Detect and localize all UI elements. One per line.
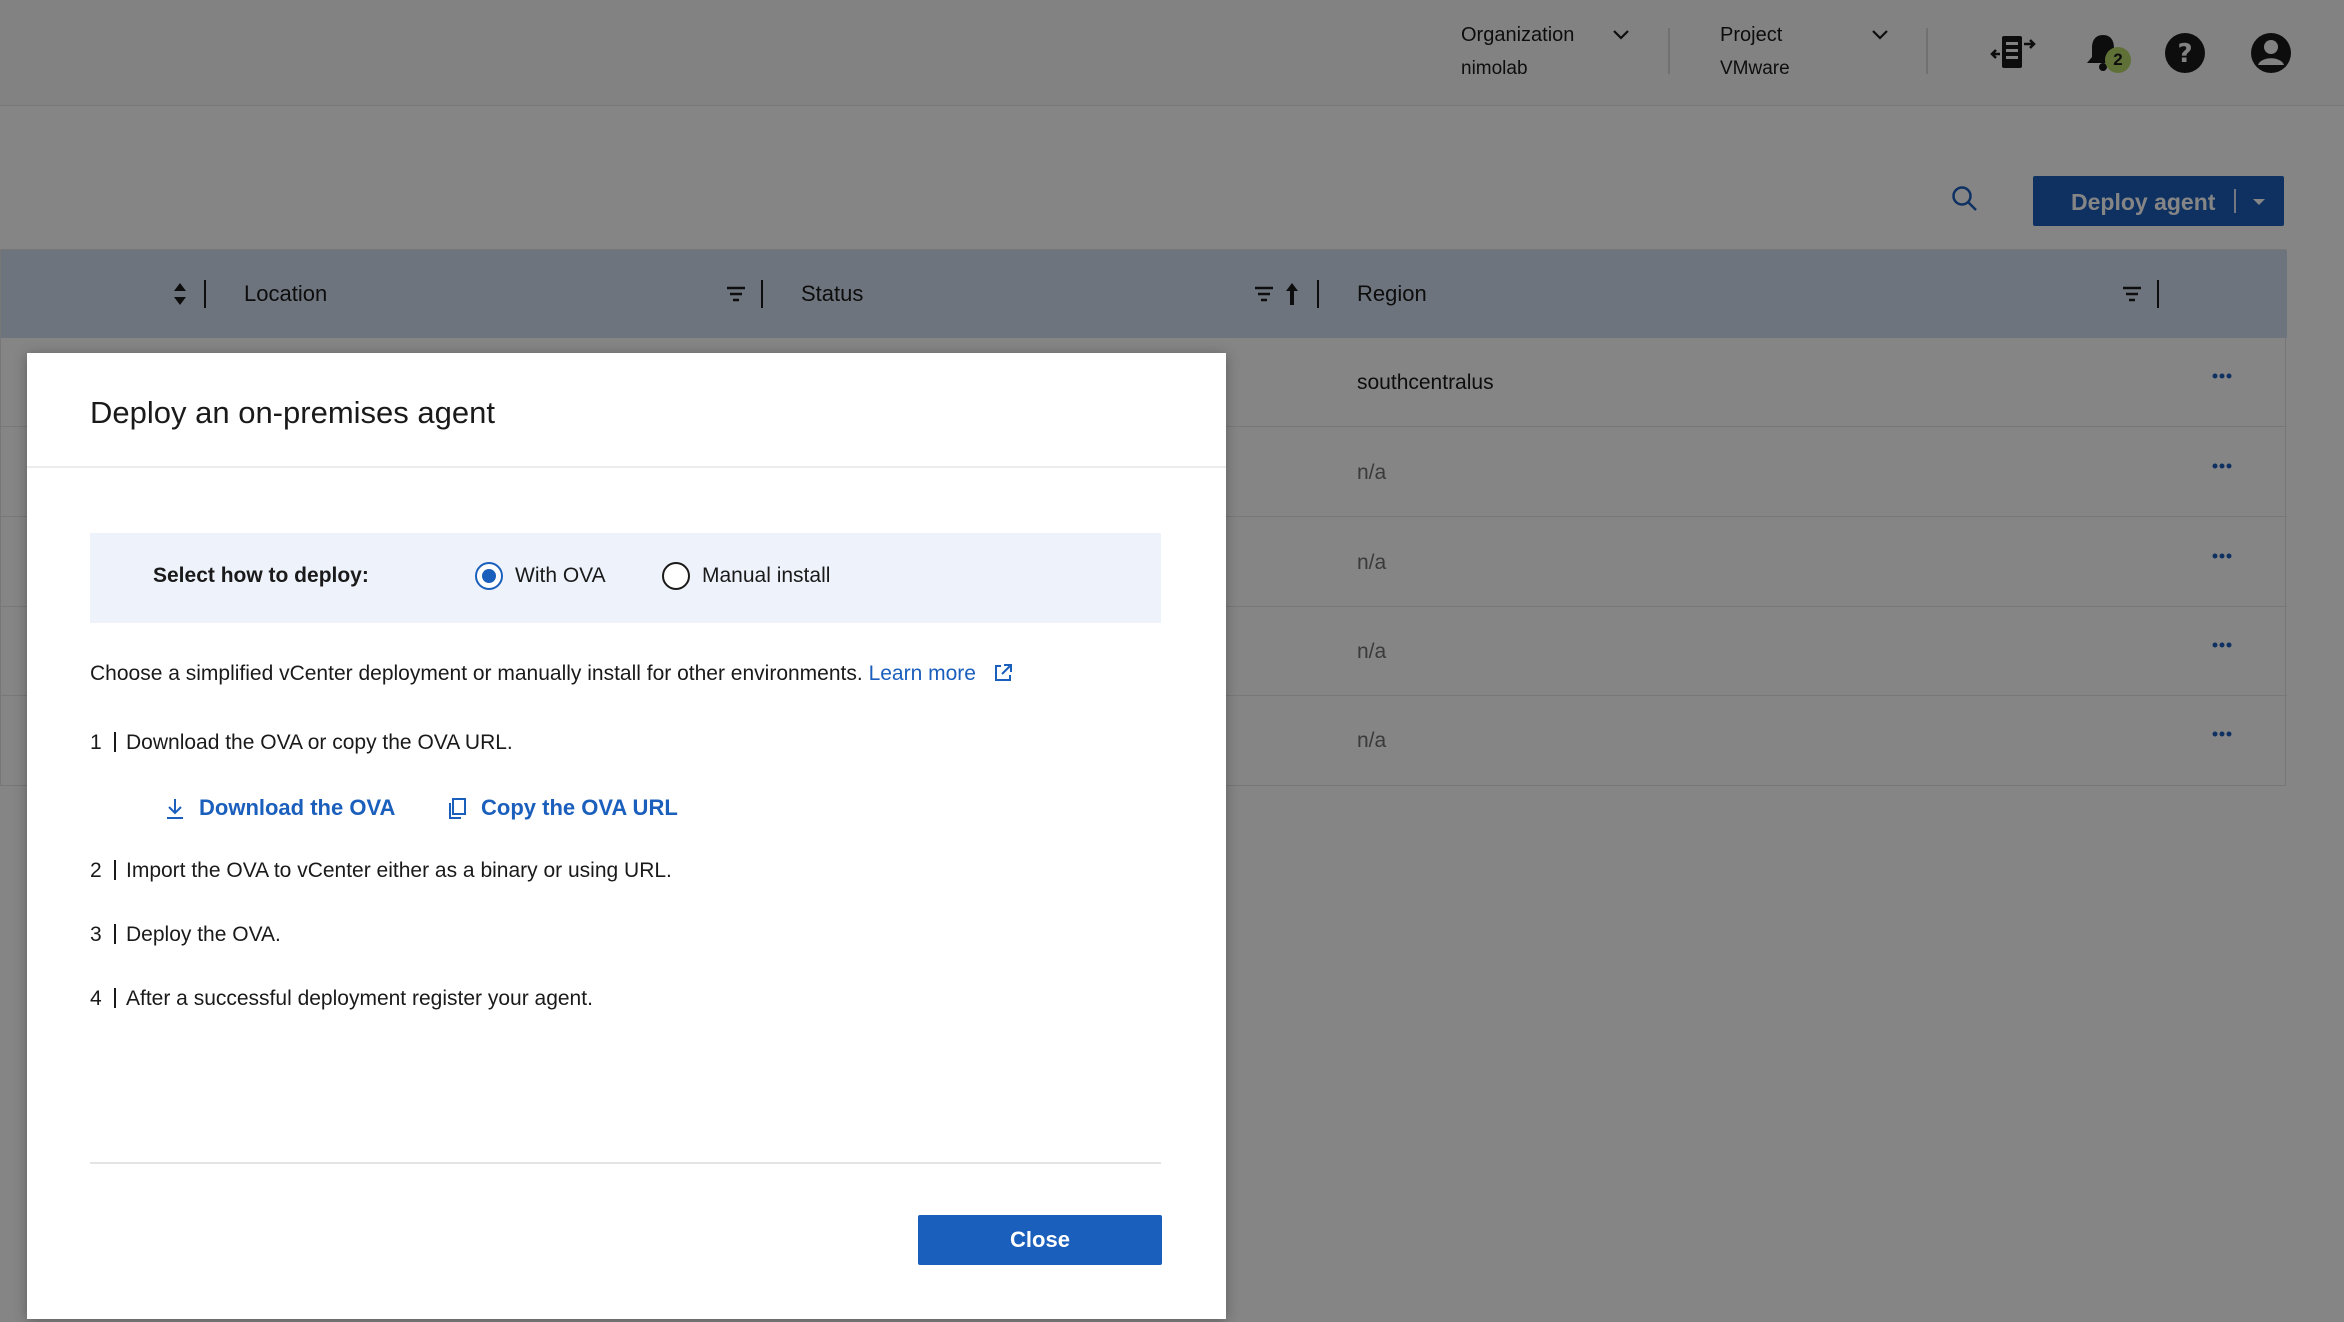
step-4: 4 After a successful deployment register … (90, 987, 593, 1011)
step-2: 2 Import the OVA to vCenter either as a b… (90, 859, 672, 883)
learn-more-link[interactable]: Learn more (869, 662, 1014, 685)
radio-selected-indicator[interactable] (475, 562, 503, 590)
radio-manual-install[interactable]: Manual install (662, 560, 862, 590)
download-icon (167, 799, 183, 819)
step-1: 1 Download the OVA or copy the OVA URL. (90, 731, 513, 755)
step-text: After a successful deployment register y… (126, 987, 593, 1010)
step-number: 1 (90, 731, 102, 754)
deploy-agent-dialog: Deploy an on-premises agent Select how t… (27, 353, 1226, 1319)
step-text: Download the OVA or copy the OVA URL. (126, 731, 513, 754)
copy-icon (449, 798, 466, 819)
dialog-title: Deploy an on-premises agent (90, 395, 495, 430)
step-divider (114, 860, 116, 880)
deploy-method-label: Select how to deploy: (153, 564, 369, 587)
step-divider (114, 988, 116, 1008)
step-divider (114, 732, 116, 752)
dialog-header: Deploy an on-premises agent (27, 353, 1226, 468)
learn-more-label: Learn more (868, 662, 976, 685)
dialog-description: Choose a simplified vCenter deployment o… (90, 662, 1014, 686)
download-ova-label: Download the OVA (199, 795, 396, 820)
close-button[interactable]: Close (918, 1215, 1162, 1265)
radio-indicator[interactable] (662, 562, 690, 590)
radio-with-ova-label: With OVA (515, 564, 606, 587)
radio-with-ova[interactable]: With OVA (475, 560, 615, 590)
step-number: 4 (90, 987, 102, 1010)
step-divider (114, 924, 116, 944)
step-number: 2 (90, 859, 102, 882)
deploy-method-selector: Select how to deploy: With OVA Manual in… (90, 533, 1161, 623)
copy-ova-url-label: Copy the OVA URL (481, 795, 678, 820)
external-link-icon (994, 664, 1012, 681)
radio-manual-install-label: Manual install (702, 564, 831, 587)
step-number: 3 (90, 923, 102, 946)
step-text: Import the OVA to vCenter either as a bi… (126, 859, 672, 882)
step-3: 3 Deploy the OVA. (90, 923, 281, 947)
description-text: Choose a simplified vCenter deployment o… (90, 662, 863, 685)
footer-divider (90, 1162, 1161, 1164)
step-text: Deploy the OVA. (126, 923, 281, 946)
